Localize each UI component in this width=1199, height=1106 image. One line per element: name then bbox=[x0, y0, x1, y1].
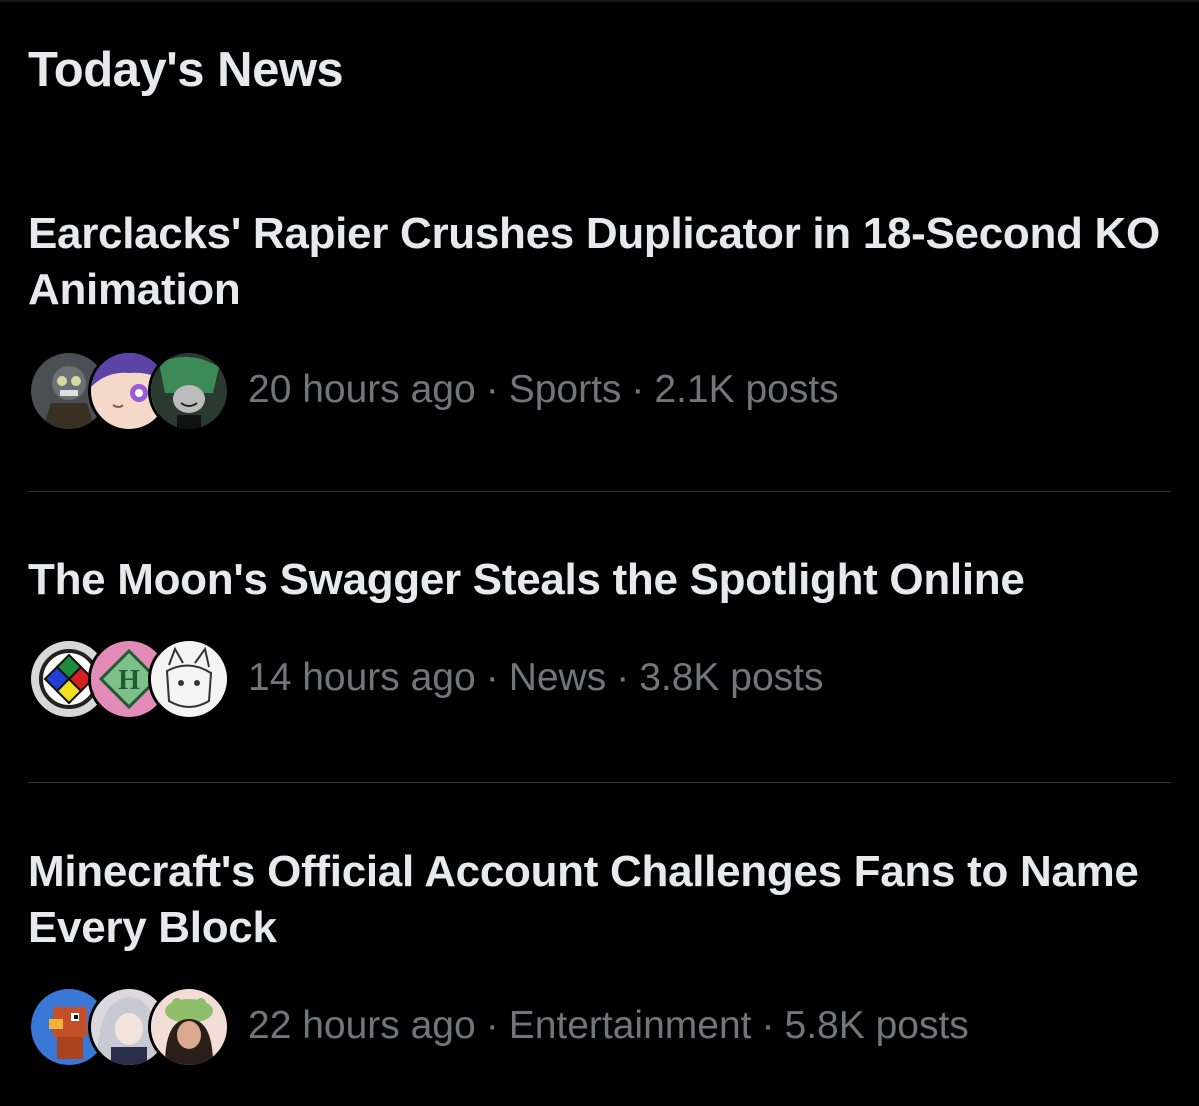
avatar-group: H bbox=[28, 637, 230, 720]
meta-separator: · bbox=[485, 656, 499, 699]
news-meta-row: 20 hours ago · Sports · 2.1K posts bbox=[28, 349, 839, 432]
news-category: Entertainment bbox=[508, 1004, 752, 1047]
svg-text:H: H bbox=[118, 665, 140, 696]
meta-separator: · bbox=[485, 1004, 499, 1047]
news-post-count: 2.1K posts bbox=[654, 368, 839, 411]
meta-separator: · bbox=[485, 368, 499, 411]
green-hair-avatar-icon bbox=[151, 353, 227, 429]
news-headline[interactable]: The Moon's Swagger Steals the Spotlight … bbox=[28, 552, 1178, 608]
news-headline[interactable]: Minecraft's Official Account Challenges … bbox=[28, 844, 1178, 956]
news-item[interactable]: Earclacks' Rapier Crushes Duplicator in … bbox=[28, 206, 1178, 436]
avatar-group bbox=[28, 985, 230, 1068]
item-divider bbox=[28, 491, 1171, 492]
news-post-count: 3.8K posts bbox=[639, 656, 824, 699]
frog-hat-avatar-icon bbox=[151, 989, 227, 1065]
item-divider bbox=[28, 782, 1171, 783]
news-headline[interactable]: Earclacks' Rapier Crushes Duplicator in … bbox=[28, 206, 1178, 318]
news-item[interactable]: Minecraft's Official Account Challenges … bbox=[28, 844, 1178, 1084]
news-time: 20 hours ago bbox=[248, 368, 476, 411]
top-divider bbox=[0, 0, 1199, 2]
meta-separator: · bbox=[761, 1004, 775, 1047]
avatar-group bbox=[28, 349, 230, 432]
news-category: Sports bbox=[508, 368, 622, 411]
news-meta: 20 hours ago · Sports · 2.1K posts bbox=[248, 368, 839, 412]
news-post-count: 5.8K posts bbox=[784, 1004, 969, 1047]
section-title: Today's News bbox=[28, 43, 344, 97]
sketch-cat-avatar-icon bbox=[151, 641, 227, 717]
news-time: 22 hours ago bbox=[248, 1004, 476, 1047]
avatar bbox=[148, 638, 230, 720]
news-meta-row: H 14 hours ago · News · 3.8K posts bbox=[28, 637, 824, 720]
news-meta: 22 hours ago · Entertainment · 5.8K post… bbox=[248, 1004, 969, 1048]
avatar bbox=[148, 350, 230, 432]
news-time: 14 hours ago bbox=[248, 656, 476, 699]
meta-separator: · bbox=[616, 656, 630, 699]
news-meta: 14 hours ago · News · 3.8K posts bbox=[248, 656, 824, 700]
meta-separator: · bbox=[631, 368, 645, 411]
avatar bbox=[148, 986, 230, 1068]
news-item[interactable]: The Moon's Swagger Steals the Spotlight … bbox=[28, 552, 1178, 727]
news-meta-row: 22 hours ago · Entertainment · 5.8K post… bbox=[28, 985, 969, 1068]
news-category: News bbox=[508, 656, 607, 699]
